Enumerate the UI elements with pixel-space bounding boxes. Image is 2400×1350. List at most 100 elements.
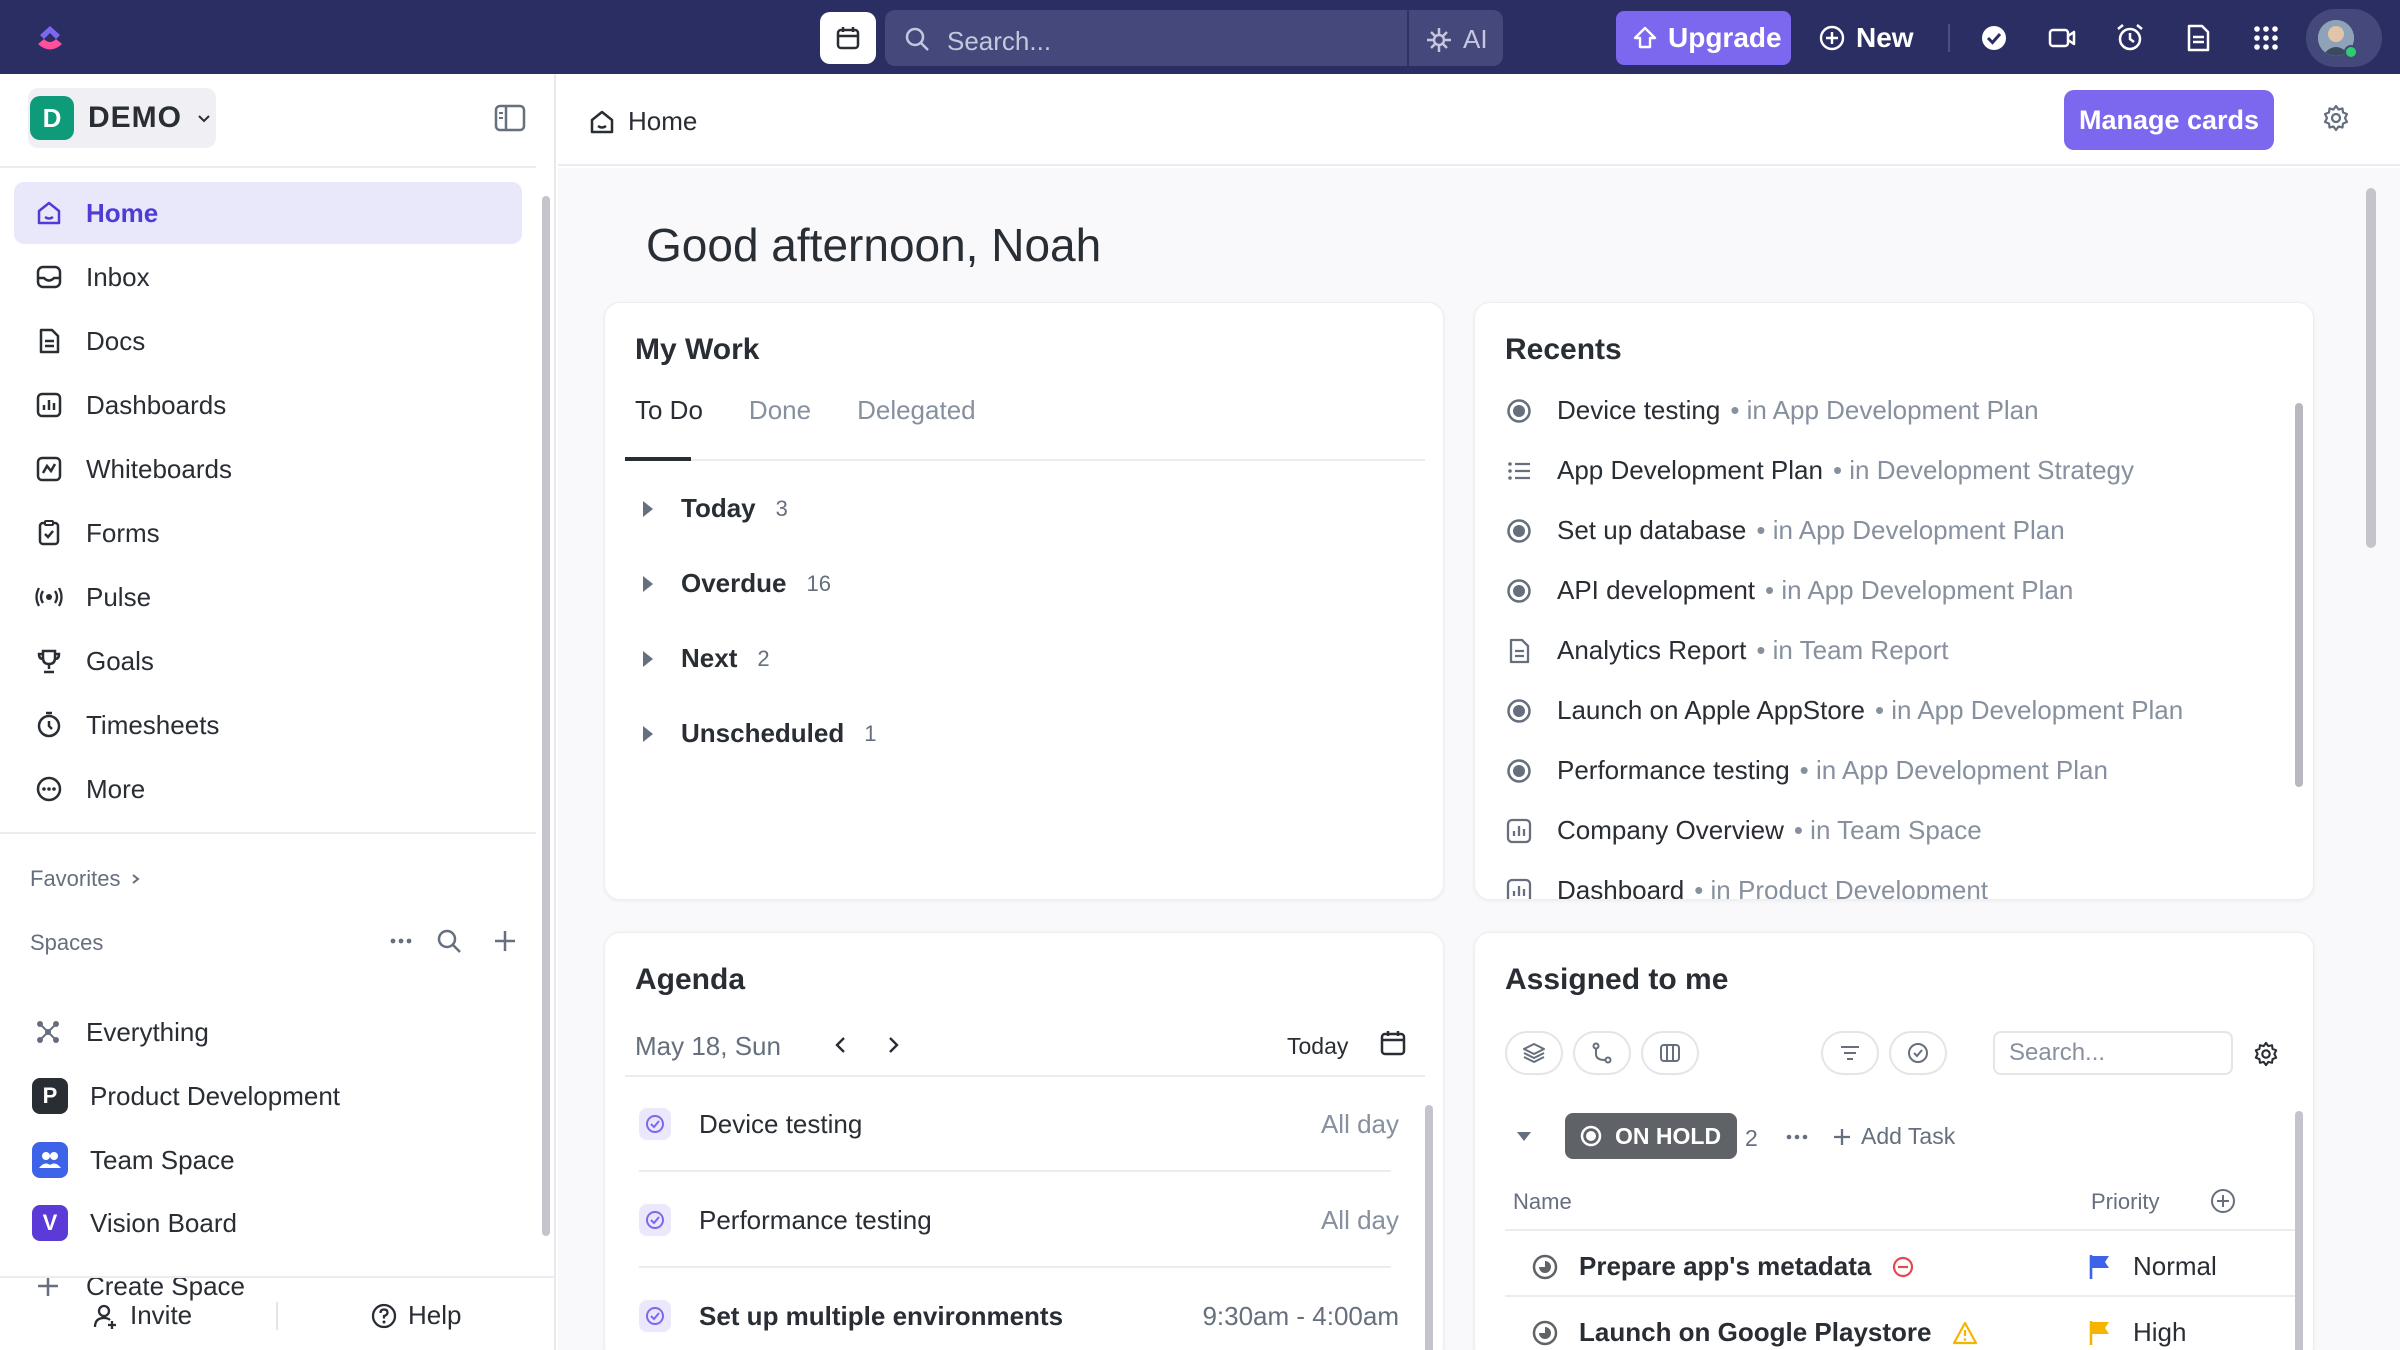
agenda-scrollbar[interactable] (1425, 1105, 1433, 1350)
task-check-icon (639, 1300, 671, 1332)
workspace-switcher[interactable]: D DEMO (28, 88, 216, 148)
assigned-search-input[interactable]: Search... (1993, 1031, 2233, 1075)
show-closed-button[interactable] (1889, 1031, 1947, 1075)
group-next[interactable]: Next 2 (643, 643, 770, 674)
alarm-clock-icon[interactable] (2114, 22, 2146, 54)
invite-button[interactable]: Invite (92, 1300, 192, 1331)
ellipsis-icon[interactable] (386, 926, 416, 956)
group-today[interactable]: Today 3 (643, 493, 788, 524)
recent-item[interactable]: API development • in App Development Pla… (1505, 575, 2073, 606)
recent-item[interactable]: Company Overview • in Team Space (1505, 815, 1982, 846)
filter-button[interactable] (1821, 1031, 1879, 1075)
sidebar-collapse-icon[interactable] (494, 104, 526, 132)
gear-icon[interactable] (2322, 104, 2350, 132)
help-button[interactable]: Help (370, 1300, 461, 1331)
task-check-icon (639, 1204, 671, 1236)
calendar-button[interactable] (820, 12, 876, 64)
recent-name: API development (1557, 575, 1756, 605)
invite-label: Invite (130, 1300, 193, 1330)
sidebar-item-goals[interactable]: Goals (14, 630, 522, 692)
scrollbar-thumb[interactable] (542, 196, 550, 1236)
sidebar-item-timesheets[interactable]: Timesheets (14, 694, 522, 756)
task-icon (1507, 758, 1531, 783)
chevron-left-icon[interactable] (829, 1033, 853, 1057)
agenda-item[interactable]: Device testing All day (639, 1077, 1399, 1171)
recent-item[interactable]: Device testing • in App Development Plan (1505, 395, 2039, 426)
calendar-icon[interactable] (1379, 1029, 1407, 1057)
search-icon[interactable] (434, 926, 464, 956)
today-button[interactable]: Today (1287, 1033, 1348, 1060)
sidebar-item-docs[interactable]: Docs (14, 310, 522, 372)
recent-item[interactable]: Performance testing • in App Development… (1505, 755, 2108, 786)
tab-delegated[interactable]: Delegated (857, 395, 976, 426)
space-item-everything[interactable]: Everything (32, 1004, 209, 1060)
group-overdue[interactable]: Overdue 16 (643, 568, 831, 599)
task-status-icon (1532, 1320, 1558, 1345)
columns-button[interactable] (1641, 1031, 1699, 1075)
breadcrumb[interactable]: Home (588, 106, 697, 137)
layers-button[interactable] (1505, 1031, 1563, 1075)
chevron-right-icon[interactable] (881, 1033, 905, 1057)
recent-item[interactable]: App Development Plan • in Development St… (1505, 455, 2134, 486)
space-label: Everything (86, 1016, 209, 1047)
column-header-name: Name (1513, 1189, 1572, 1214)
table-row[interactable]: Launch on Google Playstore (1531, 1317, 1978, 1348)
global-search[interactable]: Search... AI (885, 10, 1503, 66)
add-column-icon[interactable] (2209, 1187, 2237, 1215)
sidebar-item-pulse[interactable]: Pulse (14, 566, 522, 628)
agenda-item[interactable]: Performance testing All day (639, 1173, 1399, 1267)
sidebar-item-home[interactable]: Home (14, 182, 522, 244)
sidebar-item-forms[interactable]: Forms (14, 502, 522, 564)
table-row[interactable]: Prepare app's metadata (1531, 1251, 1915, 1282)
tab-done[interactable]: Done (749, 395, 811, 426)
search-placeholder[interactable]: Search... (947, 26, 1051, 57)
gear-icon[interactable] (2253, 1041, 2279, 1067)
filter-icon (1841, 1046, 1859, 1060)
space-item-vision-board[interactable]: V Vision Board (32, 1195, 237, 1251)
scrollbar-thumb[interactable] (2366, 188, 2376, 548)
space-item-product-development[interactable]: P Product Development (32, 1068, 340, 1124)
status-badge[interactable]: ON HOLD (1565, 1113, 1738, 1159)
plus-icon[interactable] (490, 926, 520, 956)
favorites-section[interactable]: Favorites (30, 866, 142, 892)
recent-item[interactable]: Analytics Report • in Team Report (1505, 635, 1948, 666)
space-badge: V (32, 1205, 68, 1241)
priority-cell[interactable]: High (2087, 1317, 2186, 1348)
sidebar-item-dashboards[interactable]: Dashboards (14, 374, 522, 436)
ai-button[interactable]: AI (1425, 24, 1488, 55)
notepad-icon[interactable] (2182, 22, 2214, 54)
sidebar-item-inbox[interactable]: Inbox (14, 246, 522, 308)
plus-circle-icon (1819, 25, 1845, 51)
group-unscheduled[interactable]: Unscheduled 1 (643, 718, 877, 749)
new-button[interactable]: New (1818, 11, 1914, 65)
check-circle-icon[interactable] (1978, 22, 2010, 54)
agenda-item[interactable]: Set up multiple environments 9:30am - 4:… (639, 1269, 1399, 1350)
workspace-name: DEMO (88, 101, 182, 134)
spaces-label: Spaces (30, 930, 104, 955)
user-avatar-button[interactable] (2306, 9, 2382, 67)
sidebar-item-more[interactable]: More (14, 758, 522, 820)
add-task-button[interactable]: Add Task (1831, 1123, 1955, 1150)
upgrade-button[interactable]: Upgrade (1616, 11, 1791, 65)
subtasks-button[interactable] (1573, 1031, 1631, 1075)
video-clip-icon[interactable] (2046, 22, 2078, 54)
sidebar-scrollbar[interactable] (540, 174, 550, 1294)
task-icon (1507, 518, 1531, 543)
space-item-team-space[interactable]: Team Space (32, 1132, 235, 1188)
recent-item[interactable]: Set up database • in App Development Pla… (1505, 515, 2065, 546)
sidebar-item-whiteboards[interactable]: Whiteboards (14, 438, 522, 500)
recent-item[interactable]: Dashboard • in Product Development (1505, 875, 1988, 899)
clickup-logo-icon[interactable] (30, 18, 70, 58)
main-scrollbar[interactable] (2364, 172, 2376, 1350)
assigned-scrollbar[interactable] (2295, 1111, 2303, 1350)
priority-cell[interactable]: Normal (2087, 1251, 2217, 1282)
caret-down-icon[interactable] (1515, 1129, 1533, 1143)
task-name: Launch on Google Playstore (1579, 1317, 1932, 1347)
manage-cards-button[interactable]: Manage cards (2064, 90, 2274, 150)
recent-item[interactable]: Launch on Apple AppStore • in App Develo… (1505, 695, 2183, 726)
apps-grid-icon[interactable] (2250, 22, 2282, 54)
recents-scrollbar[interactable] (2295, 403, 2303, 787)
tab-todo[interactable]: To Do (635, 395, 703, 426)
space-label: Vision Board (90, 1207, 237, 1238)
ellipsis-icon[interactable] (1783, 1125, 1811, 1149)
